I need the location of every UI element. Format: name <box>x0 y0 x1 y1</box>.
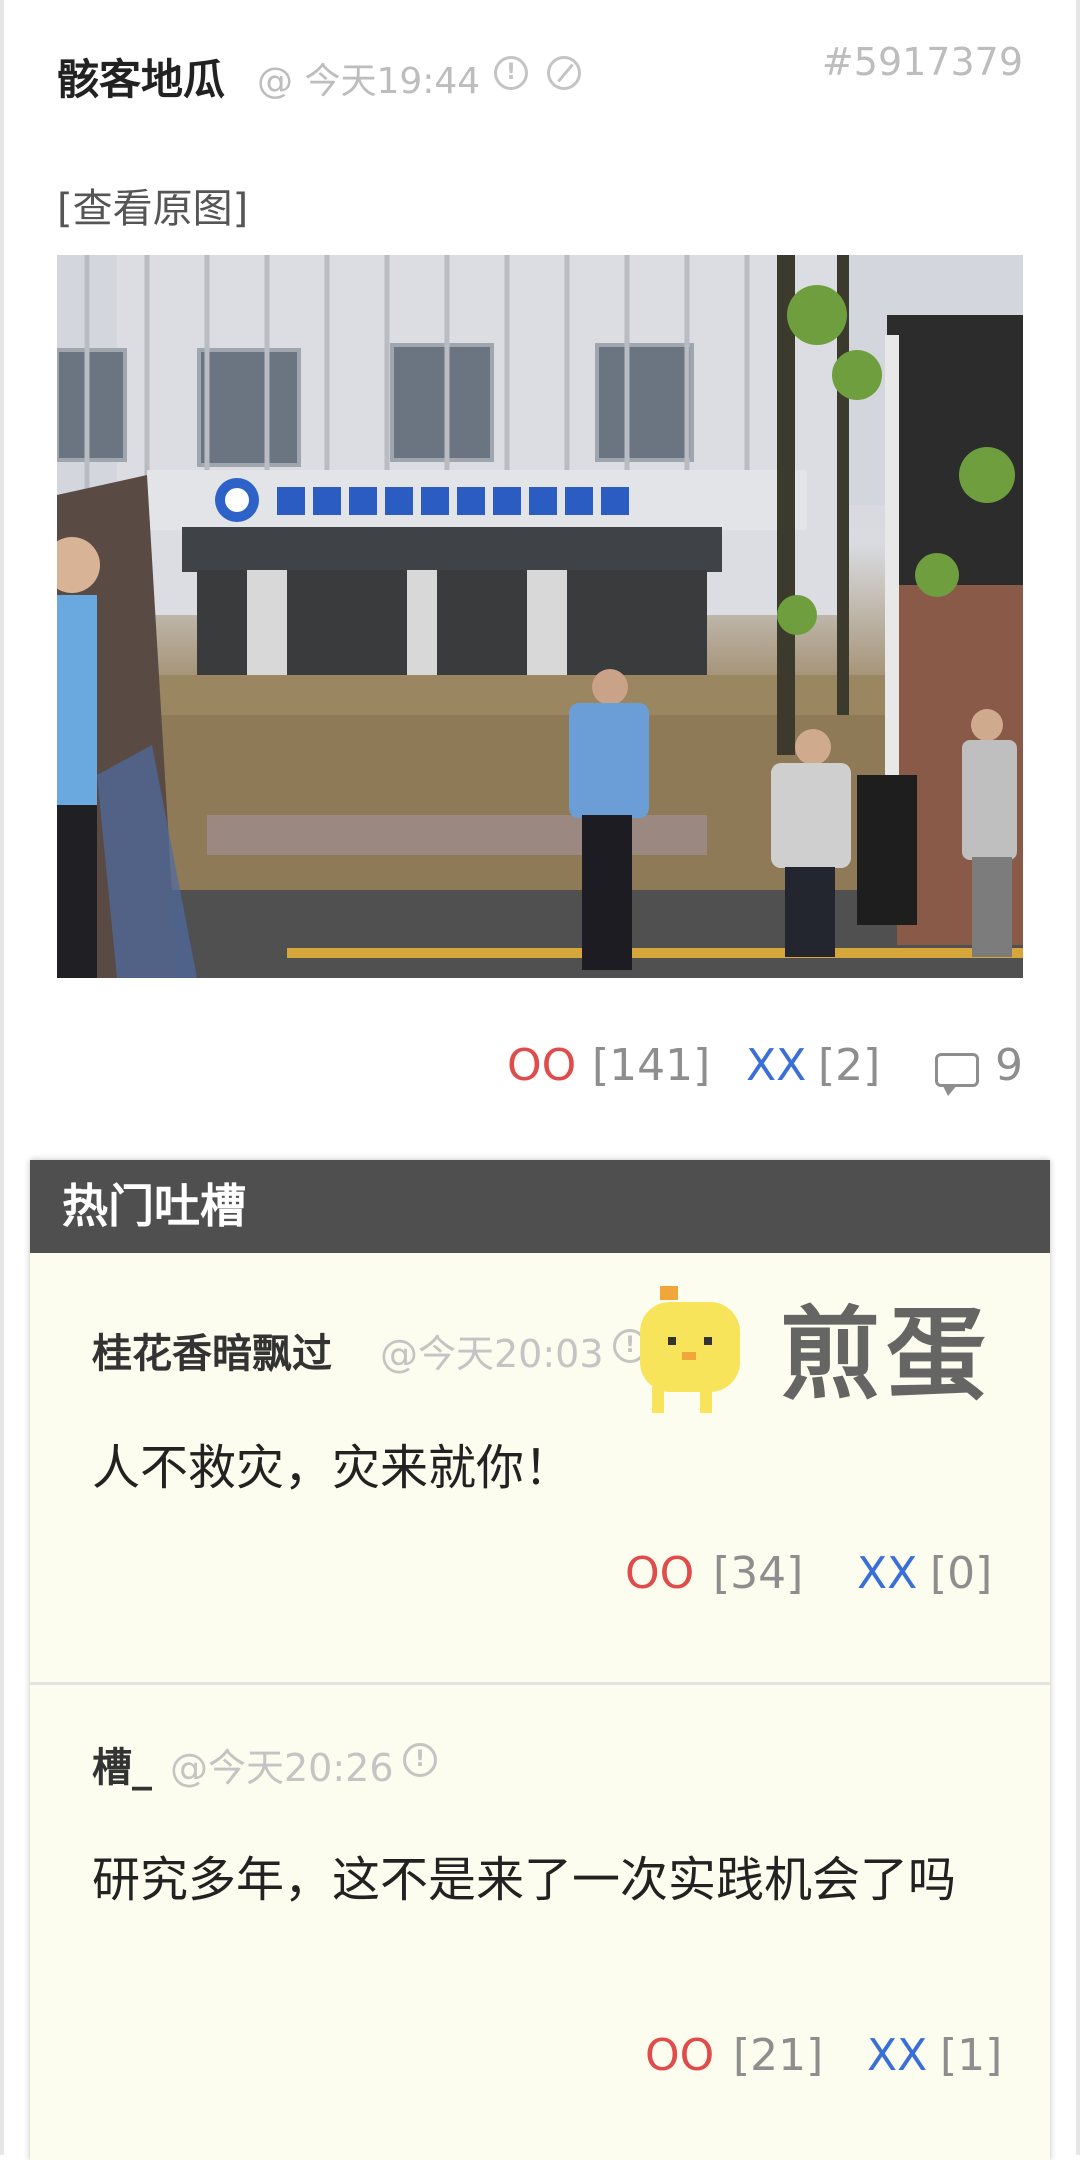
post-author[interactable]: 骸客地瓜 <box>57 46 225 107</box>
post-actions: OO [141] XX [2] 9 <box>0 1040 1023 1100</box>
comment-time: @今天20:03 <box>380 1332 604 1376</box>
comment-author[interactable]: 桂花香暗飘过 <box>92 1321 332 1379</box>
view-original-link[interactable]: [查看原图] <box>57 176 248 234</box>
comment-bubble-icon[interactable] <box>935 1053 979 1096</box>
post-comment-count[interactable]: 9 <box>995 1040 1023 1091</box>
hot-comments-title: 热门吐槽 <box>30 1160 1050 1253</box>
post-id[interactable]: #5917379 <box>822 40 1023 84</box>
report-icon[interactable]: ! <box>403 1743 437 1777</box>
post-header: 骸客地瓜 @ 今天19:44 ! #5917379 <box>57 40 1023 110</box>
watermark-text: 煎蛋 <box>780 1296 992 1413</box>
comment-xx-button[interactable]: XX <box>857 1548 917 1599</box>
comment-oo-button[interactable]: OO <box>625 1548 694 1599</box>
comment-xx-button[interactable]: XX <box>867 2030 927 2081</box>
post-time: @ 今天19:44 <box>257 61 481 102</box>
post-oo-count: [141] <box>592 1040 711 1091</box>
comment-xx-count: [1] <box>940 2030 1003 2081</box>
post-oo-button[interactable]: OO <box>507 1040 576 1091</box>
block-icon[interactable] <box>547 56 581 90</box>
post-image[interactable] <box>57 255 1023 978</box>
report-icon[interactable]: ! <box>494 56 528 90</box>
comment-author[interactable]: 槽_ <box>92 1735 152 1793</box>
comment-time: @今天20:26 <box>170 1746 394 1790</box>
right-edge <box>1076 0 1080 2155</box>
comment-oo-count: [21] <box>733 2030 824 2081</box>
hot-comment-item: 槽_ @今天20:26 ! 研究多年，这不是来了一次实践机会了吗 OO [21]… <box>30 1685 1050 2160</box>
comment-oo-button[interactable]: OO <box>645 2030 714 2081</box>
post-xx-button[interactable]: XX <box>746 1040 806 1091</box>
comment-text: 人不救灾，灾来就你！ <box>92 1440 573 1496</box>
comment-text: 研究多年，这不是来了一次实践机会了吗 <box>92 1852 957 1908</box>
comment-oo-count: [34] <box>713 1548 804 1599</box>
post-xx-count: [2] <box>818 1040 881 1091</box>
watermark: 煎蛋 <box>630 1282 1050 1432</box>
flooded-building-illustration <box>57 255 1023 978</box>
comment-xx-count: [0] <box>930 1548 993 1599</box>
